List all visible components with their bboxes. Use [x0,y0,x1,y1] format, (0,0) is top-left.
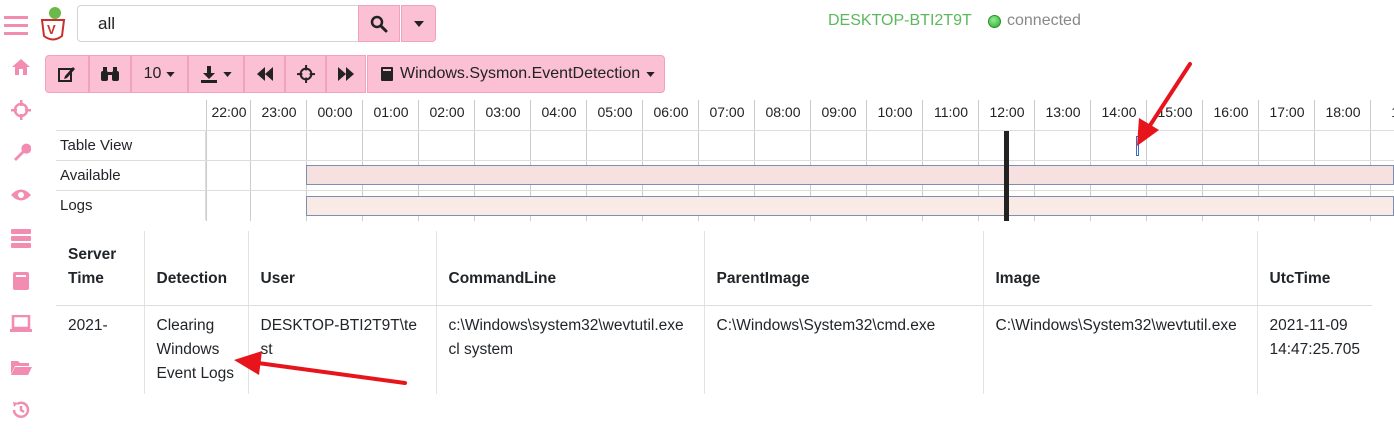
server-icon[interactable] [10,227,32,249]
timeline-hour-label: 15:00 [1157,104,1193,120]
artifact-name: Windows.Sysmon.EventDetection [400,65,641,82]
artifact-select-dropdown[interactable]: Windows.Sysmon.EventDetection [367,55,665,93]
top-navbar: V all DESKTOP-BTI2T9T connected [30,0,1394,48]
timeline-hour-label: 22:00 [211,104,247,120]
cell-parentimage: C:\Windows\System32\cmd.exe [704,305,984,394]
column-header[interactable]: User [248,231,437,306]
caret-down-icon [166,71,176,77]
results-table: Server Time Detection User CommandLine P… [56,231,1372,394]
edit-button[interactable] [45,55,89,93]
forward-icon [338,67,354,81]
timeline-hour-label: 16:00 [1213,104,1249,120]
edit-icon [58,67,75,82]
cell-utctime: 2021-11-09 14:47:25.705 [1269,317,1361,358]
book-icon[interactable] [10,270,32,292]
sidebar [0,0,32,432]
timeline-hour-label: 17:00 [1269,104,1305,120]
cell-user: DESKTOP-BTI2T9T\test [248,305,437,394]
page-size-value: 10 [143,65,162,82]
caret-down-icon [223,71,232,77]
column-header[interactable]: Server Time [56,231,145,306]
cell-detection: Clearing Windows Event Logs [144,305,249,394]
table-header-row: Server Time Detection User CommandLine P… [56,231,1372,306]
current-time-marker [1004,131,1009,221]
timeline-hour-label: 07:00 [709,104,745,120]
timeline-row-logs[interactable]: Logs [56,190,206,220]
timeline-divider [206,160,1394,161]
available-band [306,165,1394,185]
timeline-divider [206,190,1394,191]
timeline-divider [206,130,1394,131]
column-header[interactable]: Image [983,231,1258,306]
crosshairs-icon[interactable] [10,99,32,121]
svg-text:V: V [47,22,56,37]
timeline-hour-label: 11:00 [934,104,968,120]
timeline-hour-label: 08:00 [765,104,801,120]
timeline-hour-label: 04:00 [541,104,577,120]
column-header[interactable]: CommandLine [436,231,705,306]
timeline-hour-label: 12:00 [989,104,1025,120]
backward-icon [256,67,273,81]
timeline-hour-label: 10:00 [877,104,913,120]
search-icon [370,15,388,32]
column-header[interactable]: UtcTime [1257,231,1372,306]
timeline-hour-label: 03:00 [485,104,521,120]
cell-commandline: c:\Windows\system32\wevtutil.exe cl syst… [436,305,705,394]
download-icon [201,66,217,83]
center-button[interactable] [285,55,326,93]
timeline-hour-label: 19 [1371,104,1394,120]
search-input-value: all [98,13,116,33]
cell-server-time: 2021- [56,305,145,394]
cell-image: C:\Windows\System32\wevtutil.exe [983,305,1258,394]
wrench-icon[interactable] [10,141,32,163]
timeline-hour-label: 00:00 [317,104,353,120]
connected-status-icon [988,14,1001,28]
find-button[interactable] [89,55,131,93]
timeline-hour-label: 05:00 [597,104,633,120]
next-button[interactable] [326,55,366,93]
laptop-icon[interactable] [10,313,32,335]
crosshairs-icon [296,65,315,83]
connection-status: connected [988,12,1081,30]
logs-band [306,196,1394,216]
timeline-hour-label: 13:00 [1045,104,1081,120]
caret-down-icon [646,71,655,77]
previous-button[interactable] [244,55,285,93]
column-header[interactable]: Detection [144,231,249,306]
history-icon[interactable] [10,399,32,421]
timeline-hour-label: 02:00 [429,104,465,120]
caret-down-icon [413,20,424,27]
client-hostname[interactable]: DESKTOP-BTI2T9T [828,12,972,30]
timeline-hour-label: 01:00 [373,104,409,120]
table-row[interactable]: 2021- Clearing Windows Event Logs DESKTO… [56,305,1372,394]
folder-open-icon[interactable] [10,356,32,378]
timeline-hour-label: 23:00 [261,104,297,120]
velociraptor-logo-icon[interactable]: V [40,6,66,44]
download-dropdown[interactable] [188,55,244,93]
timeline-hour-label: 14:00 [1101,104,1137,120]
binoculars-icon [101,67,119,81]
timeline-hour-label: 06:00 [653,104,689,120]
hamburger-menu-icon[interactable] [3,14,29,36]
timeline: Table View Available Logs 22:00 23:00 00:0… [56,100,1394,221]
search-input[interactable]: all [77,5,359,42]
timeline-hour-label: 09:00 [821,104,857,120]
timeline-row-available[interactable]: Available [56,160,206,190]
search-button[interactable] [358,5,400,42]
eye-icon[interactable] [10,184,32,206]
home-icon[interactable] [10,56,32,78]
table-view-event-marker[interactable] [1136,136,1139,156]
book-icon [381,67,393,81]
connection-status-label: connected [1007,12,1081,29]
search-dropdown-button[interactable] [401,5,436,42]
timeline-row-table-view[interactable]: Table View [56,130,206,160]
page-size-dropdown[interactable]: 10 [131,55,188,93]
timeline-hour-label: 18:00 [1325,104,1361,120]
column-header[interactable]: ParentImage [704,231,984,306]
timeline-row-labels: Table View Available Logs [56,130,206,220]
